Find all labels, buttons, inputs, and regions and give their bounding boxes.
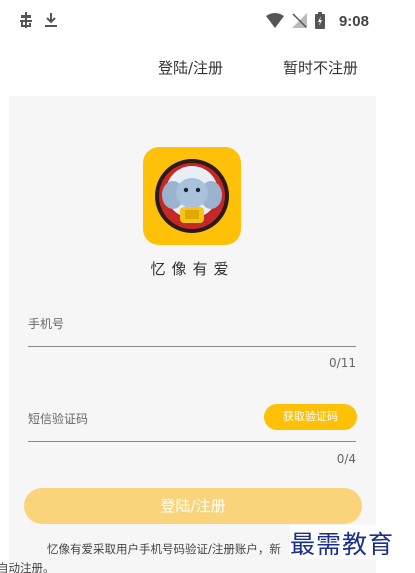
app-logo: [143, 147, 241, 245]
login-card: 忆像有爱 手机号 0/11 短信验证码 获取验证码 0/4 登陆/注册 忆像有爱…: [0, 96, 376, 573]
battery-icon: [315, 12, 325, 33]
status-time: 9:08: [338, 13, 369, 30]
sms-code-input[interactable]: 短信验证码: [28, 410, 88, 427]
status-left-icons: [18, 12, 58, 32]
notice-text: 忆像有爱采取用户手机号码验证/注册账户，新: [47, 542, 281, 556]
phone-counter: 0/11: [329, 356, 356, 370]
phone-underline: [28, 346, 356, 347]
elephant-logo-icon: [155, 159, 229, 233]
status-right-icons: [266, 12, 325, 33]
app-name: 忆像有爱: [150, 260, 235, 278]
download-icon: [44, 12, 58, 32]
no-signal-icon: [292, 13, 307, 32]
notice-tail: 自动注册。: [0, 561, 55, 573]
top-nav: 登陆/注册 暂时不注册: [0, 52, 415, 84]
status-bar: 9:08: [0, 0, 415, 44]
login-register-link[interactable]: 登陆/注册: [158, 57, 223, 78]
bug-icon: [18, 12, 34, 32]
get-code-button[interactable]: 获取验证码: [264, 404, 357, 430]
skip-register-link[interactable]: 暂时不注册: [283, 57, 358, 78]
sms-underline: [28, 441, 356, 442]
sms-counter: 0/4: [336, 452, 356, 466]
watermark-text: 最需教育: [290, 525, 415, 559]
wifi-icon: [266, 13, 284, 32]
login-register-button[interactable]: 登陆/注册: [24, 488, 362, 524]
phone-input[interactable]: 手机号: [28, 315, 64, 332]
